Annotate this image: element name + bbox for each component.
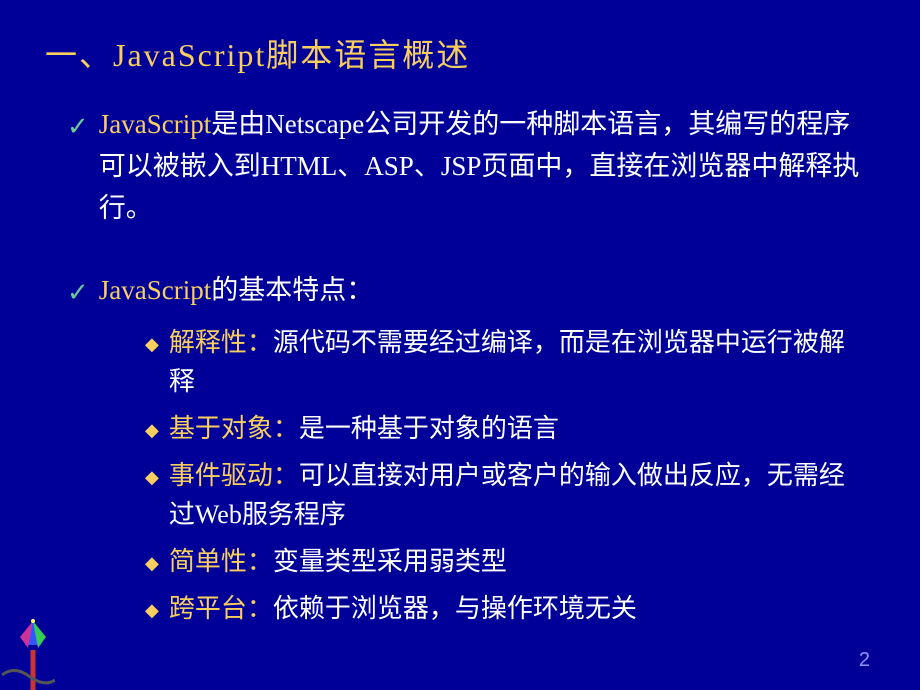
bullet-level2: ◆ 简单性：变量类型采用弱类型 <box>145 542 865 581</box>
bullet-text: 跨平台：依赖于浏览器，与操作环境无关 <box>169 589 637 628</box>
slide-content: 一、JavaScript脚本语言概述 ✓ JavaScript是由Netscap… <box>0 0 920 656</box>
body-text: 变量类型采用弱类型 <box>273 547 507 576</box>
highlight: 跨平台： <box>169 594 273 623</box>
bullet-level1: ✓ JavaScript的基本特点： <box>67 270 865 313</box>
bullet-text: JavaScript是由Netscape公司开发的一种脚本语言，其编写的程序可以… <box>99 104 865 230</box>
bullet-level2: ◆ 基于对象：是一种基于对象的语言 <box>145 409 865 448</box>
diamond-icon: ◆ <box>145 597 159 624</box>
bullet-level2: ◆ 解释性：源代码不需要经过编译，而是在浏览器中运行被解释 <box>145 323 865 401</box>
highlight: 事件驱动： <box>169 461 299 490</box>
bullet-text: 基于对象：是一种基于对象的语言 <box>169 409 559 448</box>
highlight: 简单性： <box>169 547 273 576</box>
diamond-icon: ◆ <box>145 331 159 358</box>
slide-title: 一、JavaScript脚本语言概述 <box>45 30 865 76</box>
highlight: 解释性： <box>169 328 273 357</box>
diamond-icon: ◆ <box>145 417 159 444</box>
decoration-icon <box>0 615 55 690</box>
bullet-text: JavaScript的基本特点： <box>99 270 373 312</box>
body-text: 是由Netscape公司开发的一种脚本语言，其编写的程序可以被嵌入到HTML、A… <box>99 109 860 223</box>
bullet-text: 简单性：变量类型采用弱类型 <box>169 542 507 581</box>
bullet-level2: ◆ 跨平台：依赖于浏览器，与操作环境无关 <box>145 589 865 628</box>
spacer <box>45 240 865 270</box>
bullet-level1: ✓ JavaScript是由Netscape公司开发的一种脚本语言，其编写的程序… <box>67 104 865 230</box>
highlight: 基于对象： <box>169 414 299 443</box>
diamond-icon: ◆ <box>145 550 159 577</box>
body-text: 的基本特点： <box>211 275 373 305</box>
highlight: JavaScript <box>99 275 211 305</box>
checkmark-icon: ✓ <box>67 107 89 147</box>
checkmark-icon: ✓ <box>67 273 89 313</box>
diamond-icon: ◆ <box>145 464 159 491</box>
bullet-level2: ◆ 事件驱动：可以直接对用户或客户的输入做出反应，无需经过Web服务程序 <box>145 456 865 534</box>
highlight: JavaScript <box>99 109 211 139</box>
bullet-text: 解释性：源代码不需要经过编译，而是在浏览器中运行被解释 <box>169 323 865 401</box>
bullet-text: 事件驱动：可以直接对用户或客户的输入做出反应，无需经过Web服务程序 <box>169 456 865 534</box>
page-number: 2 <box>859 649 870 672</box>
body-text: 是一种基于对象的语言 <box>299 414 559 443</box>
body-text: 依赖于浏览器，与操作环境无关 <box>273 594 637 623</box>
